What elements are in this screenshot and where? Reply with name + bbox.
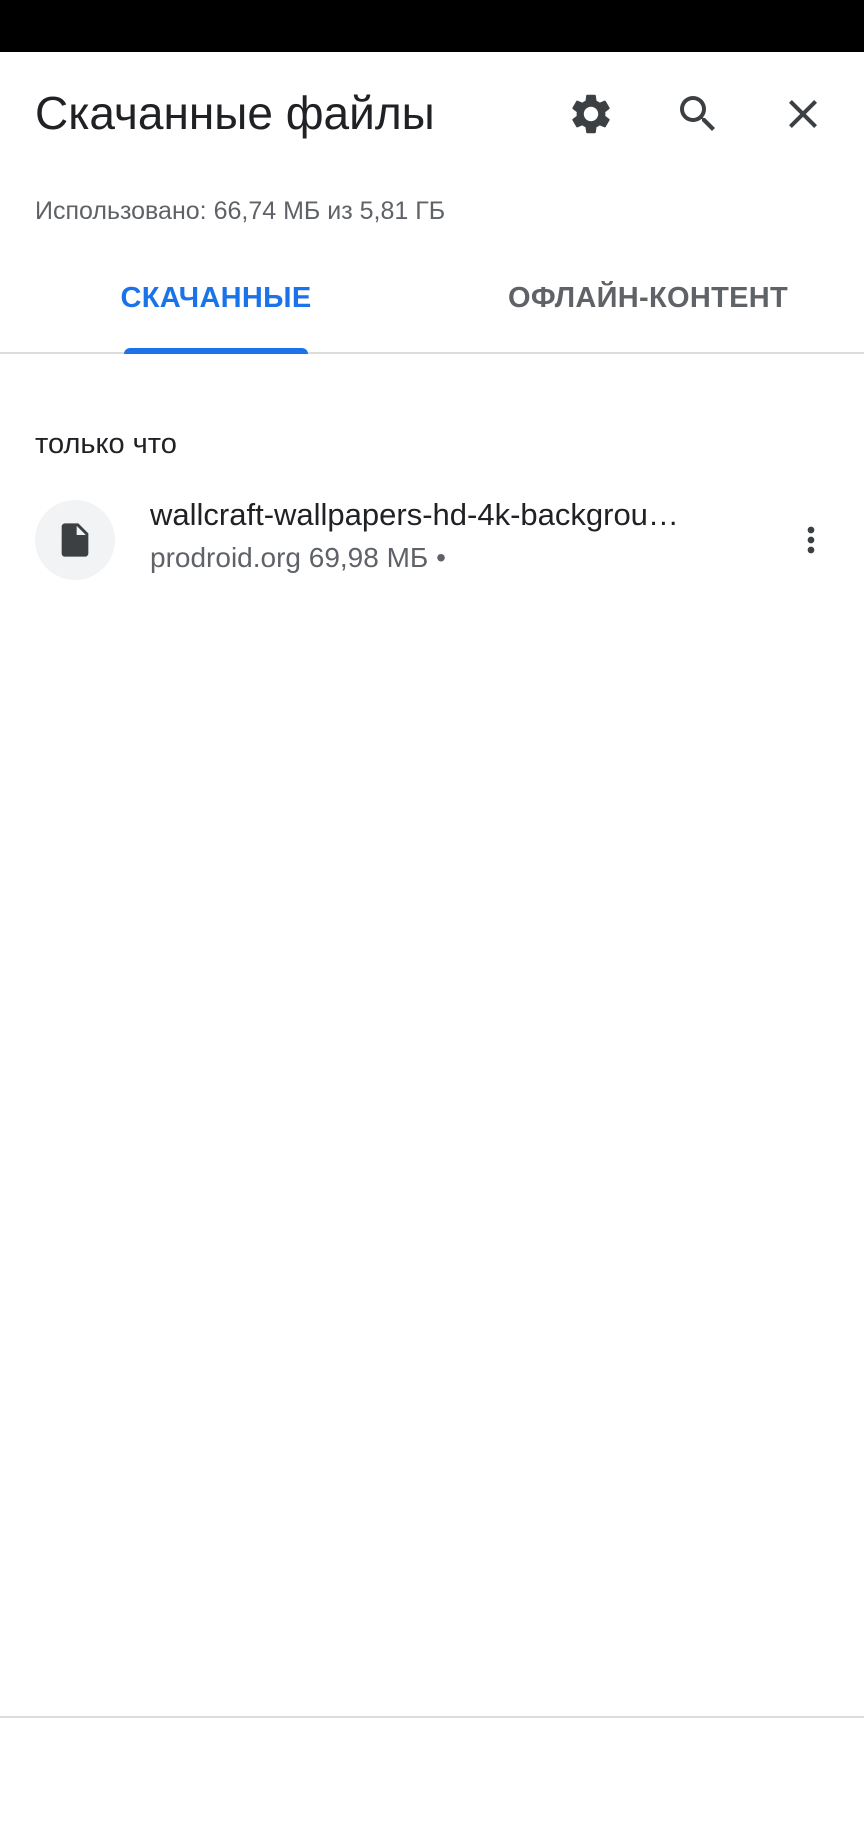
status-bar bbox=[0, 0, 864, 52]
tab-downloads[interactable]: СКАЧАННЫЕ bbox=[0, 262, 432, 352]
search-icon bbox=[680, 96, 715, 131]
page-title: Скачанные файлы bbox=[35, 87, 435, 139]
tab-offline-content[interactable]: ОФЛАЙН-КОНТЕНТ bbox=[432, 262, 864, 352]
settings-button[interactable] bbox=[559, 82, 623, 146]
active-tab-indicator bbox=[124, 348, 308, 354]
tab-downloads-label: СКАЧАННЫЕ bbox=[120, 282, 312, 314]
app-header: Скачанные файлы bbox=[0, 52, 864, 176]
tab-bar: СКАЧАННЫЕ ОФЛАЙН-КОНТЕНТ bbox=[0, 262, 864, 354]
download-list-item[interactable]: wallcraft-wallpapers-hd-4k-backgrou… pro… bbox=[0, 492, 864, 588]
more-vert-icon bbox=[807, 526, 815, 554]
file-meta: prodroid.org 69,98 МБ • bbox=[150, 542, 446, 573]
file-icon-container bbox=[35, 500, 115, 580]
downloads-page: Скачанные файлы Использовано: 66,74 МБ и… bbox=[0, 0, 864, 1824]
storage-usage-text: Использовано: 66,74 МБ из 5,81 ГБ bbox=[35, 197, 446, 225]
gear-icon bbox=[572, 94, 610, 134]
file-icon bbox=[61, 523, 89, 557]
search-button[interactable] bbox=[666, 82, 730, 146]
section-header: только что bbox=[35, 428, 177, 460]
tab-offline-label: ОФЛАЙН-КОНТЕНТ bbox=[507, 282, 789, 314]
close-button[interactable] bbox=[771, 82, 835, 146]
more-options-button[interactable] bbox=[781, 508, 841, 572]
file-name: wallcraft-wallpapers-hd-4k-backgrou… bbox=[150, 497, 679, 532]
close-icon bbox=[789, 100, 817, 128]
bottom-divider bbox=[0, 1716, 864, 1718]
